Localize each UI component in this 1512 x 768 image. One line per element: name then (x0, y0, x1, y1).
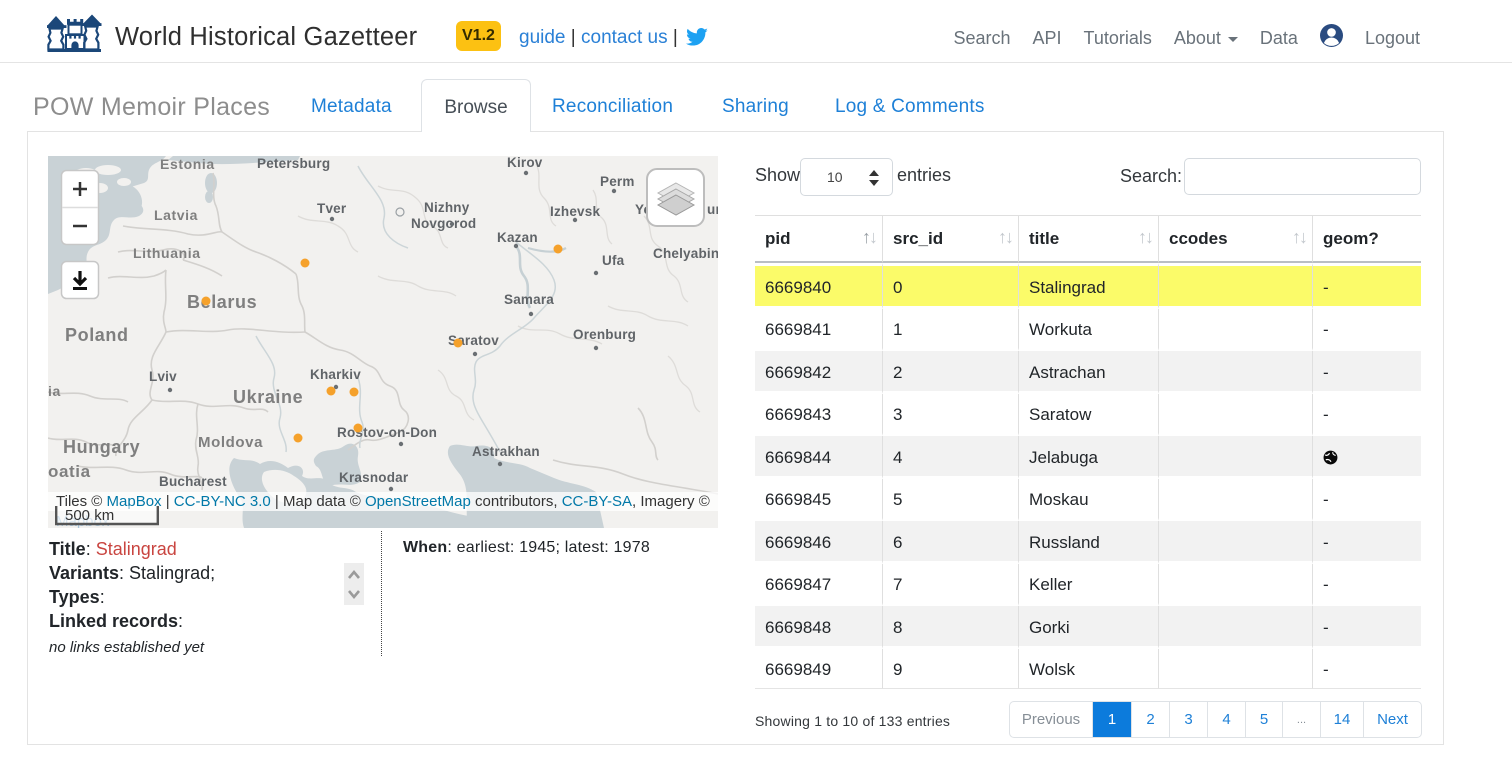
svg-text:Latvia: Latvia (154, 207, 198, 223)
svg-text:Krasnodar: Krasnodar (339, 470, 409, 485)
svg-text:Perm: Perm (600, 174, 635, 189)
svg-text:Kazan: Kazan (497, 230, 538, 245)
svg-text:500 km: 500 km (65, 507, 114, 524)
svg-text:Novgorod: Novgorod (411, 216, 476, 231)
svg-text:Kharkiv: Kharkiv (310, 367, 361, 382)
svg-text:Bucharest: Bucharest (159, 474, 227, 489)
svg-text:Tver: Tver (317, 201, 347, 216)
svg-text:Astrakhan: Astrakhan (472, 444, 540, 459)
svg-text:Lviv: Lviv (149, 369, 177, 384)
svg-text:ia: ia (48, 383, 61, 399)
svg-text:Samara: Samara (504, 292, 554, 307)
svg-text:Estonia: Estonia (160, 156, 215, 172)
svg-text:ur: ur (707, 202, 718, 217)
svg-text:Rostov-on-Don: Rostov-on-Don (337, 425, 437, 440)
svg-text:Chelyabin: Chelyabin (653, 246, 718, 261)
svg-text:oatia: oatia (48, 462, 91, 481)
svg-text:Ukraine: Ukraine (233, 387, 303, 407)
svg-text:Moldova: Moldova (198, 434, 263, 451)
svg-text:Lithuania: Lithuania (133, 245, 201, 261)
svg-text:Belarus: Belarus (187, 292, 257, 312)
svg-text:Ufa: Ufa (602, 253, 625, 268)
svg-text:Petersburg: Petersburg (257, 156, 330, 171)
svg-text:Kirov: Kirov (507, 156, 543, 170)
svg-text:Izhevsk: Izhevsk (550, 204, 600, 219)
svg-text:Poland: Poland (65, 325, 129, 345)
svg-text:Hungary: Hungary (63, 437, 140, 457)
svg-text:Orenburg: Orenburg (573, 327, 636, 342)
svg-text:Nizhny: Nizhny (424, 200, 470, 215)
